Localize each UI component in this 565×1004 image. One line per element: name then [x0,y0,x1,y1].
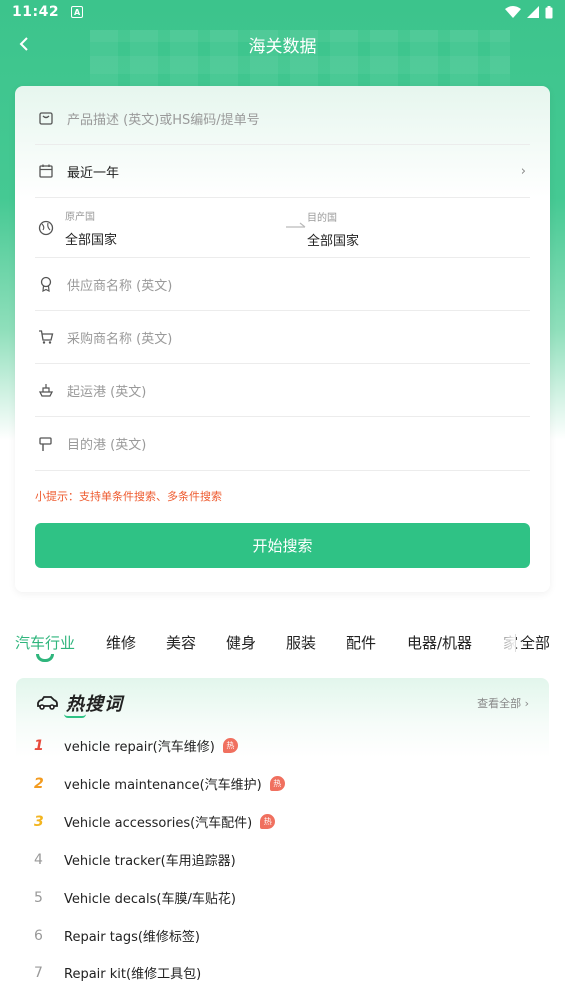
status-bar: 11:42 A [0,0,565,24]
back-button[interactable] [4,24,44,64]
flag-icon [37,435,55,453]
hot-item-6[interactable]: 6 Repair tags(维修标签) [34,926,200,946]
destination-country-selector[interactable]: 目的国 全部国家 [307,209,359,249]
title-underline [64,714,86,718]
keyword-text: Repair tags(维修标签) [64,930,200,945]
departure-port-field[interactable]: 起运港 (英文) [35,364,530,417]
hot-item-1[interactable]: 1 vehicle repair(汽车维修) 热 [34,736,238,755]
country-row: 原产国 全部国家 目的国 全部国家 [35,198,530,258]
tab-beauty[interactable]: 美容 [166,632,196,653]
tab-clothing[interactable]: 服装 [286,632,316,653]
hot-item-7[interactable]: 7 Repair kit(维修工具包) [34,963,202,983]
product-search-field[interactable]: 产品描述 (英文)或HS编码/提单号 [35,92,530,145]
rank-number: 5 [34,889,43,906]
rank-number: 7 [34,964,43,981]
origin-country-value: 全部国家 [65,232,118,248]
origin-country-label: 原产国 [65,211,95,223]
rank-number: 1 [34,737,44,754]
arrow-right-icon [286,222,306,228]
start-search-button[interactable]: 开始搜索 [35,523,530,568]
destination-country-label: 目的国 [307,213,337,224]
hot-item-4[interactable]: 4 Vehicle tracker(车用追踪器) [34,850,236,870]
hot-badge: 热 [222,738,238,753]
keyword-text: Vehicle decals(车膜/车贴花) [64,892,236,907]
award-icon [37,275,55,293]
tab-repair[interactable]: 维修 [106,632,136,653]
keyword-text: Vehicle accessories(汽车配件) [64,816,253,831]
tab-fade [488,622,516,662]
hot-badge: 热 [260,814,276,829]
tab-appliances[interactable]: 电器/机器 [407,632,472,653]
view-all-link[interactable]: 查看全部 › [477,695,529,711]
origin-country-selector[interactable]: 原产国 全部国家 [65,208,117,248]
rank-number: 2 [34,775,44,792]
destination-port-placeholder: 目的港 (英文) [67,438,147,453]
tab-fitness[interactable]: 健身 [226,632,256,653]
hot-search-title: 热搜词 [66,694,123,715]
tab-divider [515,634,516,652]
view-all-label: 查看全部 [477,697,522,710]
globe-icon [37,219,55,237]
hot-item-2[interactable]: 2 vehicle maintenance(汽车维护) 热 [34,774,285,793]
hot-badge: 热 [269,776,285,791]
keyword-text: vehicle repair(汽车维修) [64,740,215,755]
active-tab-indicator [36,654,54,662]
all-categories-button[interactable]: 全部 [520,632,550,653]
destination-port-field[interactable]: 目的港 (英文) [35,417,530,471]
search-tip: 小提示：支持单条件搜索、多条件搜索 [35,490,222,503]
date-range-selector[interactable]: 最近一年 › [35,145,530,198]
hot-search-header: 热搜词 [36,690,123,716]
page-title: 海关数据 [248,36,317,57]
wifi-icon [505,6,521,18]
rank-number: 6 [34,927,43,944]
keyword-text: Vehicle tracker(车用追踪器) [64,854,236,869]
notification-icon: A [71,6,84,18]
departure-port-placeholder: 起运港 (英文) [67,384,147,400]
calendar-icon [37,162,55,180]
hot-search-card: 热搜词 查看全部 › 1 vehicle repair(汽车维修) 热 2 ve… [16,678,549,1004]
hot-item-5[interactable]: 5 Vehicle decals(车膜/车贴花) [34,888,236,908]
tab-auto-industry[interactable]: 汽车行业 [15,632,75,653]
keyword-text: Repair kit(维修工具包) [64,967,202,982]
ship-icon [37,381,55,399]
product-search-placeholder: 产品描述 (英文)或HS编码/提单号 [67,112,260,128]
destination-country-value: 全部国家 [307,234,360,249]
buyer-placeholder: 采购商名称 (英文) [67,331,173,347]
chevron-right-icon: › [520,163,526,179]
buyer-search-field[interactable]: 采购商名称 (英文) [35,311,530,364]
rank-number: 4 [34,851,43,868]
hot-item-3[interactable]: 3 Vehicle accessories(汽车配件) 热 [34,812,276,831]
date-range-value: 最近一年 [67,165,120,181]
shopping-bag-icon [37,109,55,127]
tab-parts[interactable]: 配件 [346,632,376,653]
shopping-cart-icon [37,328,55,346]
status-time: 11:42 [12,4,60,20]
supplier-search-field[interactable]: 供应商名称 (英文) [35,258,530,311]
signal-icon [527,6,539,18]
search-card: 产品描述 (英文)或HS编码/提单号 最近一年 › 原产国 全部国家 目的国 全… [15,86,550,592]
category-tabs: 汽车行业 维修 美容 健身 服装 配件 电器/机器 家 全部 [0,622,565,662]
battery-icon [545,5,553,18]
rank-number: 3 [34,813,44,830]
title-bar: 海关数据 [0,24,565,64]
supplier-placeholder: 供应商名称 (英文) [67,278,173,294]
keyword-text: vehicle maintenance(汽车维护) [64,778,262,793]
car-icon [37,696,58,710]
chevron-left-icon [19,37,28,51]
